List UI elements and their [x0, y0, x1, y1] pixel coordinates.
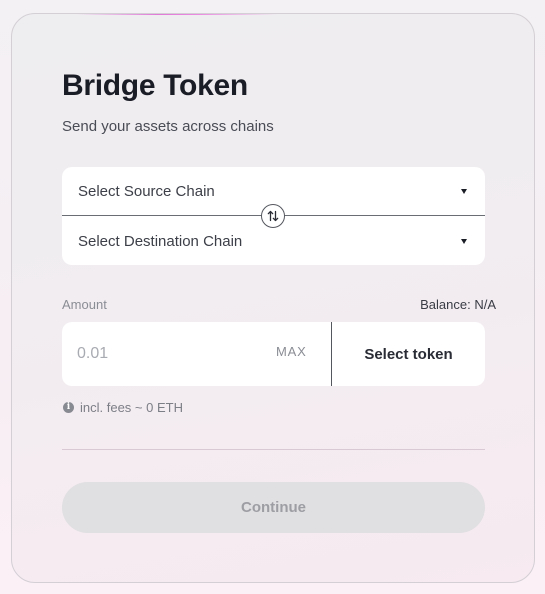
continue-button[interactable]: Continue: [62, 482, 485, 533]
chain-selector: Select Source Chain Select Destination C…: [62, 167, 485, 265]
amount-label: Amount: [62, 297, 107, 312]
info-icon: i: [63, 402, 74, 413]
amount-input[interactable]: [62, 322, 272, 386]
max-button[interactable]: MAX: [276, 344, 307, 359]
card-top-glow: [77, 14, 277, 15]
destination-chain-label: Select Destination Chain: [78, 232, 243, 250]
fees-info: i incl. fees ~ 0 ETH: [63, 400, 183, 415]
page-title: Bridge Token: [62, 69, 248, 102]
page-background: Bridge Token Send your assets across cha…: [0, 0, 545, 594]
chevron-down-icon: [461, 188, 467, 194]
source-chain-label: Select Source Chain: [78, 182, 215, 200]
select-token-button[interactable]: Select token: [332, 322, 485, 386]
amount-panel: MAX Select token: [62, 322, 485, 386]
page-subtitle: Send your assets across chains: [62, 118, 274, 135]
balance-label: Balance: N/A: [420, 297, 496, 312]
destination-chain-select[interactable]: Select Destination Chain: [62, 217, 485, 265]
bridge-card: Bridge Token Send your assets across cha…: [11, 13, 535, 583]
fees-text: incl. fees ~ 0 ETH: [80, 400, 183, 415]
chevron-down-icon: [461, 238, 467, 244]
section-divider: [62, 449, 485, 450]
